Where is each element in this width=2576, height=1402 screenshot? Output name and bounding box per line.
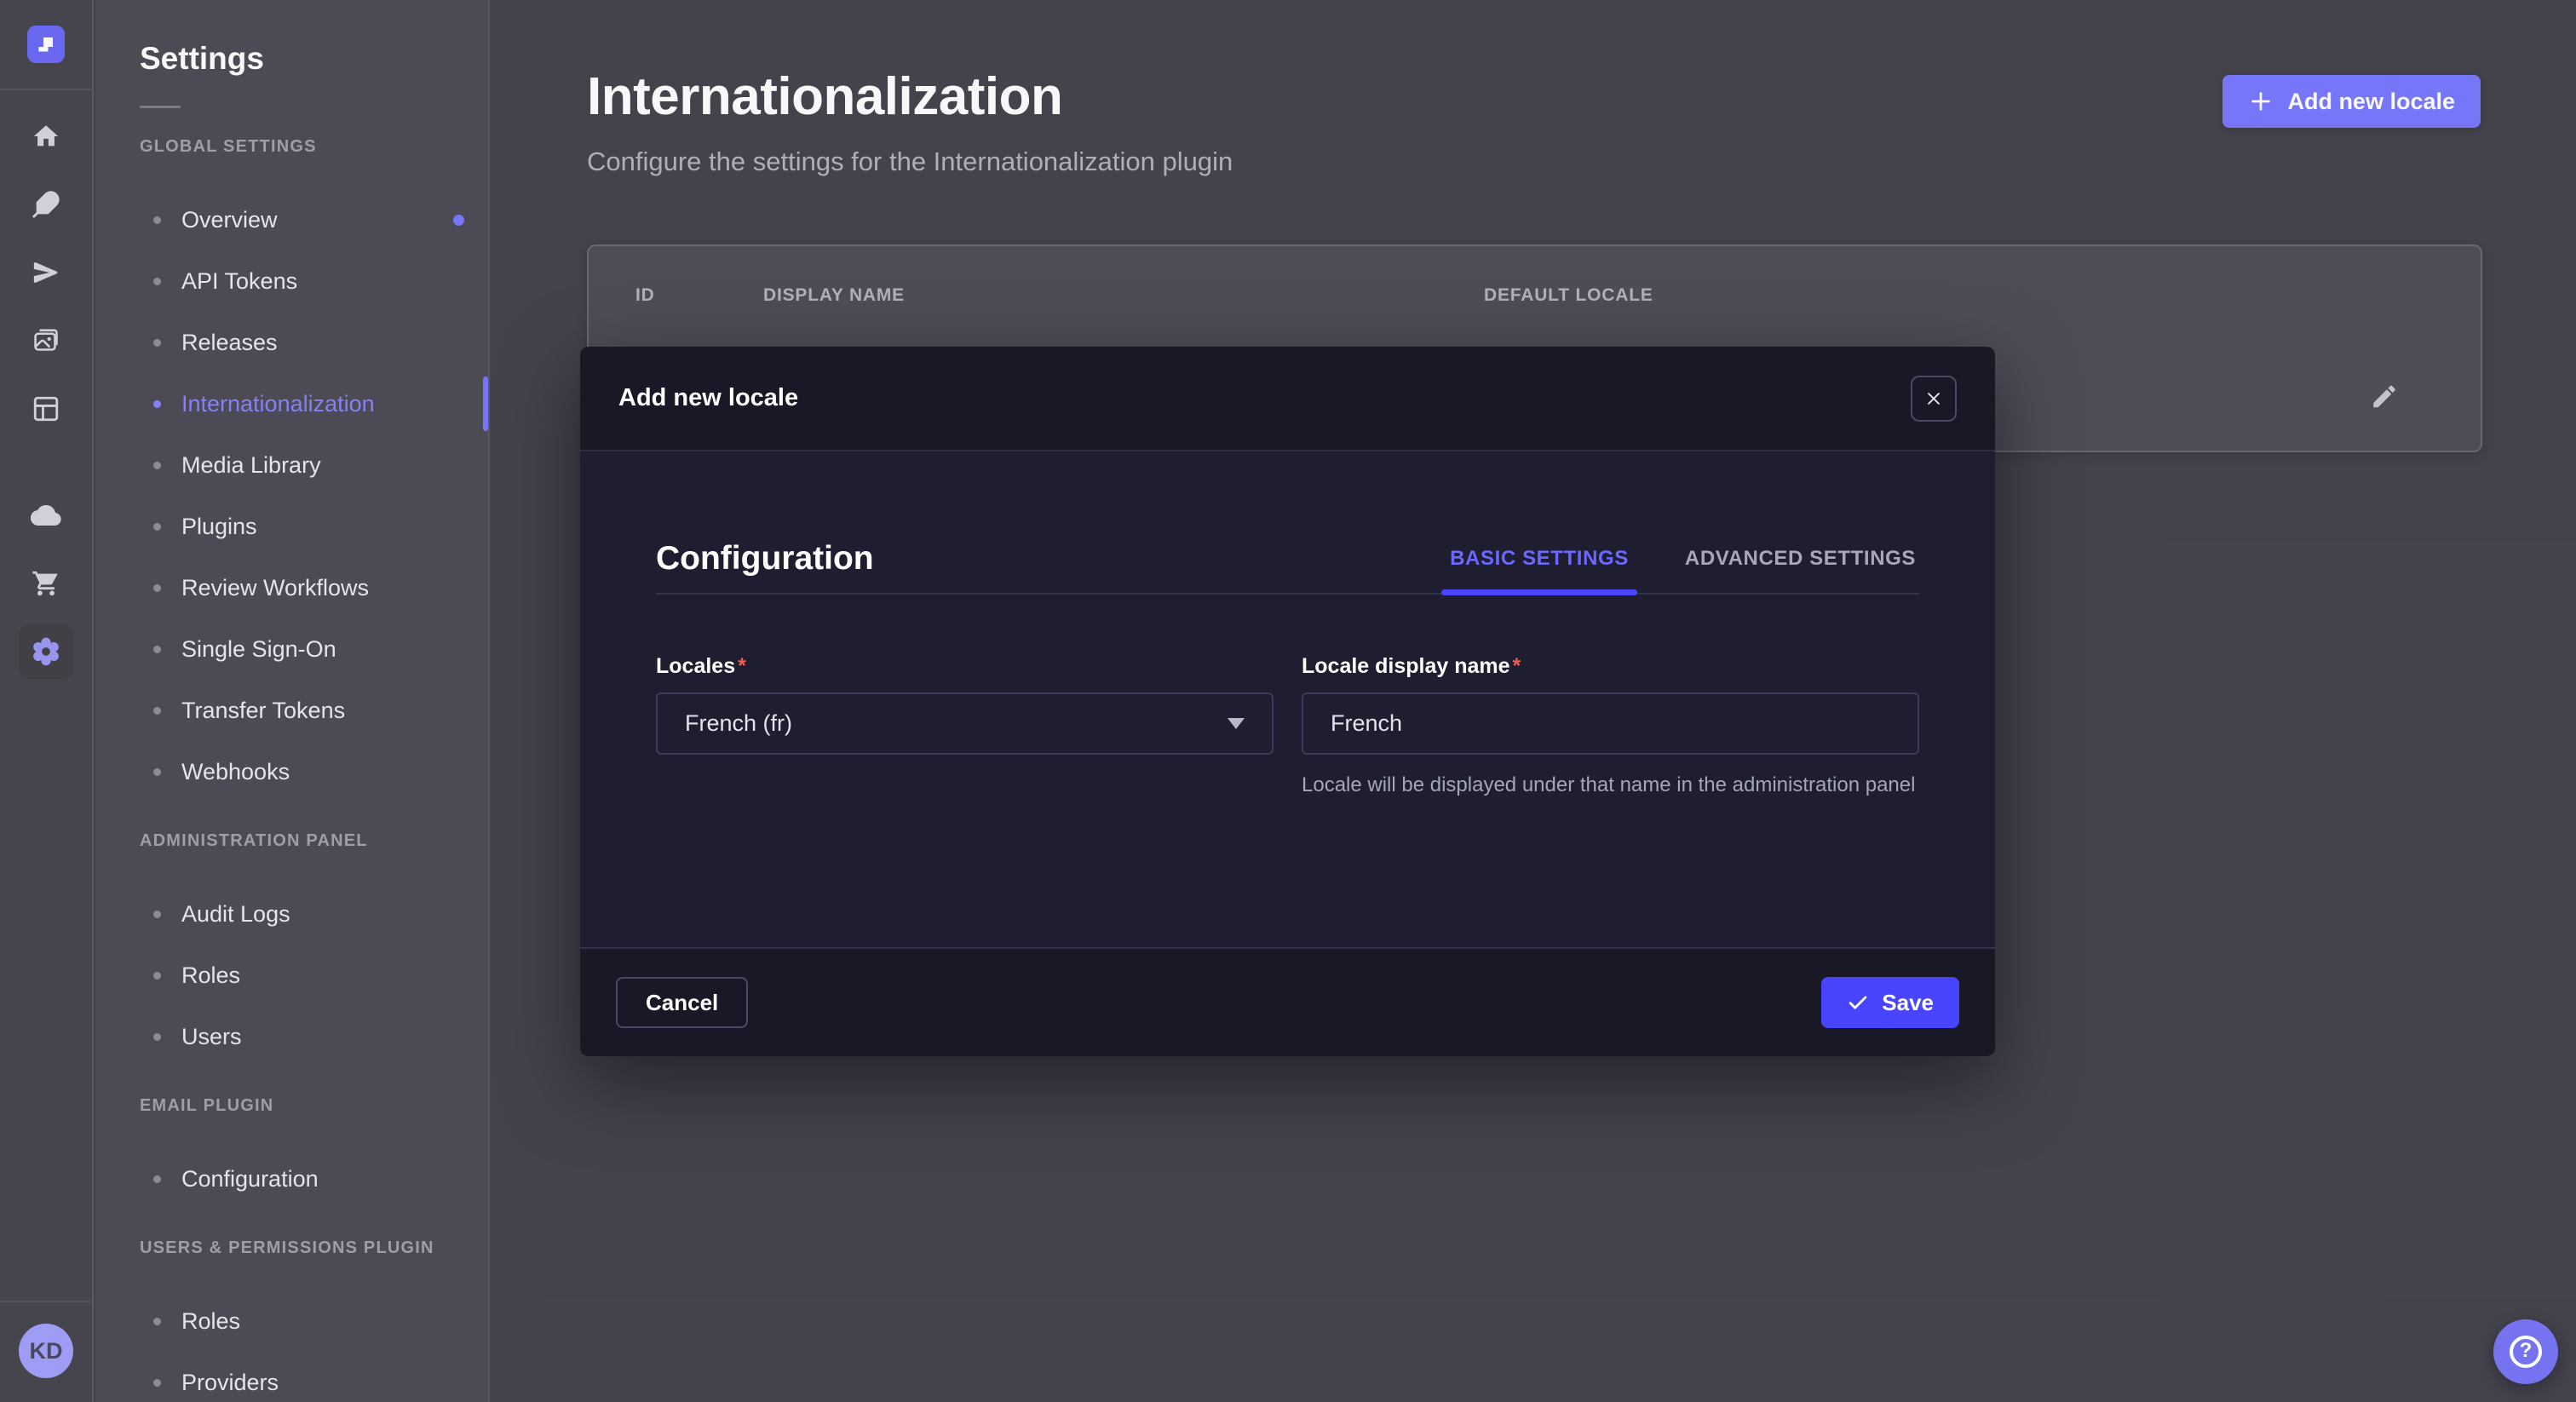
chevron-down-icon — [1228, 718, 1245, 729]
modal-close-button[interactable] — [1911, 376, 1957, 422]
check-icon — [1847, 991, 1869, 1014]
tab-advanced-settings[interactable]: ADVANCED SETTINGS — [1682, 547, 1919, 593]
save-label: Save — [1882, 990, 1934, 1016]
settings-tabs: BASIC SETTINGS ADVANCED SETTINGS — [1446, 547, 1919, 593]
modal-header: Add new locale — [580, 347, 1995, 451]
close-icon — [1924, 389, 1943, 408]
tab-basic-settings[interactable]: BASIC SETTINGS — [1446, 547, 1632, 593]
locales-label: Locales* — [656, 654, 1274, 679]
app-window: KD Settings GLOBAL SETTINGS Overview API… — [0, 0, 2576, 1402]
help-button[interactable]: ? — [2493, 1319, 2558, 1384]
configuration-header-row: Configuration BASIC SETTINGS ADVANCED SE… — [656, 540, 1919, 595]
modal-body: Configuration BASIC SETTINGS ADVANCED SE… — [580, 451, 1995, 947]
locale-form: Locales* French (fr) Locale display name… — [656, 654, 1919, 801]
configuration-title: Configuration — [656, 540, 874, 593]
modal-footer: Cancel Save — [580, 947, 1995, 1056]
locales-field-group: Locales* French (fr) — [656, 654, 1274, 801]
required-asterisk: * — [1513, 654, 1521, 678]
display-name-input[interactable] — [1302, 692, 1919, 755]
locales-select[interactable]: French (fr) — [656, 692, 1274, 755]
display-name-field-group: Locale display name* Locale will be disp… — [1302, 654, 1919, 801]
save-button[interactable]: Save — [1821, 977, 1959, 1028]
display-name-label: Locale display name* — [1302, 654, 1919, 679]
question-mark-icon: ? — [2510, 1336, 2542, 1368]
display-name-hint: Locale will be displayed under that name… — [1302, 770, 1919, 801]
cancel-button[interactable]: Cancel — [616, 977, 748, 1028]
modal-title: Add new locale — [618, 384, 798, 412]
required-asterisk: * — [738, 654, 746, 678]
locales-select-value: French (fr) — [685, 710, 792, 737]
add-new-locale-modal: Add new locale Configuration BASIC SETTI… — [580, 347, 1995, 1056]
